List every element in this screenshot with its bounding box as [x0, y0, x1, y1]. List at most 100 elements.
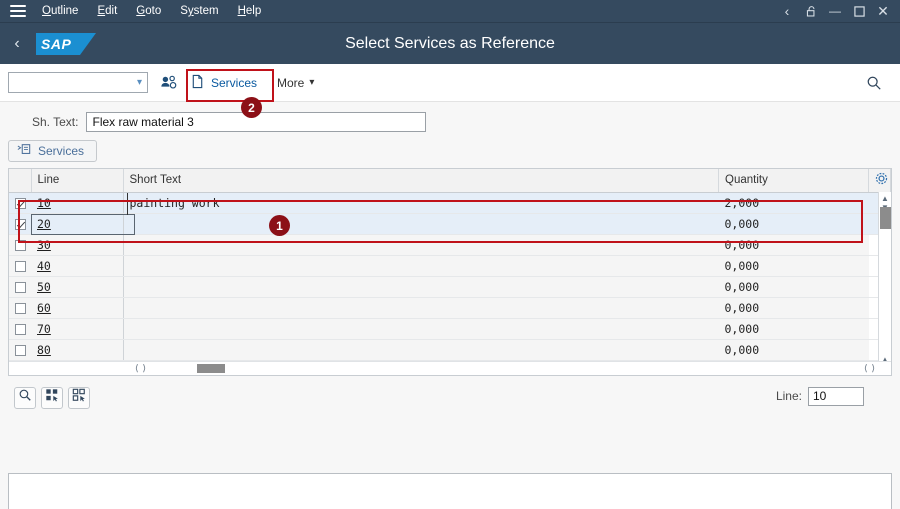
back-chevron-icon[interactable]: ‹ — [776, 1, 798, 21]
settings-gear-icon[interactable] — [868, 169, 891, 193]
table-vertical-scrollbar[interactable]: ▲ ▼ ▲ ▼ — [878, 192, 891, 375]
cell-short-text[interactable] — [123, 339, 719, 361]
scroll-left-right-icon[interactable]: ⟨ — [864, 363, 868, 374]
maximize-icon[interactable] — [848, 1, 870, 21]
variant-dropdown[interactable]: ▾ — [8, 72, 148, 93]
column-header-select[interactable] — [9, 169, 32, 193]
partners-icon[interactable] — [156, 70, 182, 96]
cell-line[interactable]: 50 — [31, 276, 124, 298]
find-button[interactable] — [14, 386, 36, 409]
more-button[interactable]: More ▾ — [271, 70, 320, 96]
cell-line[interactable]: 80 — [31, 339, 124, 361]
app-toolbar: ▾ Services More ▾ — [0, 64, 900, 102]
cell-quantity[interactable]: 0,000 — [718, 339, 869, 361]
cell-quantity[interactable]: 0,000 — [718, 255, 869, 277]
row-checkbox[interactable] — [15, 260, 26, 272]
row-checkbox[interactable] — [15, 197, 26, 209]
vertical-scroll-thumb[interactable] — [880, 207, 891, 229]
menu-item-goto[interactable]: Goto — [136, 5, 161, 17]
table-row[interactable]: 30 0,000 — [9, 234, 891, 256]
cell-quantity[interactable]: 0,000 — [718, 234, 869, 256]
horizontal-scroll-thumb[interactable] — [197, 363, 225, 373]
line-number-link[interactable]: 20 — [37, 217, 51, 231]
cell-short-text[interactable] — [123, 318, 719, 340]
column-header-short-text[interactable]: Short Text — [123, 169, 719, 193]
cell-quantity[interactable]: 0,000 — [718, 297, 869, 319]
lock-icon[interactable] — [800, 1, 822, 21]
table-row[interactable]: 60 0,000 — [9, 297, 891, 319]
cell-line[interactable]: 20 — [31, 213, 124, 235]
minimize-icon[interactable]: — — [824, 1, 846, 21]
cell-line[interactable]: 30 — [31, 234, 124, 256]
line-number-link[interactable]: 50 — [37, 280, 51, 294]
row-checkbox-cell[interactable] — [9, 213, 31, 235]
row-checkbox-cell[interactable] — [9, 339, 31, 361]
cell-short-text[interactable] — [123, 255, 719, 277]
services-toolbar-button[interactable]: Services — [182, 70, 265, 96]
menu-item-system[interactable]: System — [180, 5, 218, 17]
tab-row: Services — [0, 134, 900, 166]
tab-services-label: Services — [38, 144, 85, 158]
line-number-link[interactable]: 10 — [37, 196, 51, 210]
column-header-line[interactable]: Line — [31, 169, 124, 193]
table-row[interactable]: 70 0,000 — [9, 318, 891, 340]
line-number-link[interactable]: 80 — [37, 343, 51, 357]
cell-quantity[interactable]: 0,000 — [718, 276, 869, 298]
cell-short-text[interactable] — [123, 297, 719, 319]
cell-line[interactable]: 70 — [31, 318, 124, 340]
scroll-right-right-icon[interactable]: ⟩ — [871, 363, 875, 374]
cell-line[interactable]: 10 — [31, 192, 124, 214]
row-checkbox[interactable] — [15, 344, 26, 356]
menu-item-outline[interactable]: OOutlineutline — [42, 5, 78, 17]
title-bar: ‹ SAP Select Services as Reference — [0, 22, 900, 64]
table-row[interactable]: 10 painting work 2,000 — [9, 192, 891, 214]
cell-short-text[interactable] — [123, 213, 719, 235]
back-arrow-icon[interactable]: ‹ — [0, 23, 34, 65]
row-checkbox-cell[interactable] — [9, 255, 31, 277]
row-checkbox-cell[interactable] — [9, 234, 31, 256]
menu-item-edit[interactable]: Edit — [97, 5, 117, 17]
scroll-left-icon[interactable]: ⟨ — [135, 363, 139, 374]
row-checkbox[interactable] — [15, 302, 26, 314]
line-number-link[interactable]: 40 — [37, 259, 51, 273]
menu-bar: OOutlineutline Edit Goto System Help ‹ —… — [0, 0, 900, 22]
cell-quantity[interactable]: 0,000 — [718, 318, 869, 340]
cell-short-text[interactable]: painting work — [123, 192, 719, 214]
cell-quantity[interactable]: 0,000 — [718, 213, 869, 235]
cell-quantity[interactable]: 2,000 — [718, 192, 869, 214]
cell-short-text[interactable] — [123, 276, 719, 298]
table-row[interactable]: 20 0,000 — [9, 213, 891, 235]
line-number-link[interactable]: 30 — [37, 238, 51, 252]
cell-line[interactable]: 40 — [31, 255, 124, 277]
row-checkbox-cell[interactable] — [9, 297, 31, 319]
table-row[interactable]: 80 0,000 — [9, 339, 891, 361]
menu-item-help[interactable]: Help — [238, 5, 262, 17]
line-number-link[interactable]: 70 — [37, 322, 51, 336]
hscroll-arrows-right: ⟨ ⟩ — [864, 362, 875, 376]
cell-line[interactable]: 60 — [31, 297, 124, 319]
table-row[interactable]: 40 0,000 — [9, 255, 891, 277]
line-number-link[interactable]: 60 — [37, 301, 51, 315]
hamburger-icon[interactable] — [10, 5, 26, 17]
line-input[interactable] — [808, 386, 864, 406]
deselect-all-button[interactable] — [68, 386, 90, 409]
select-all-button[interactable] — [41, 386, 63, 409]
row-checkbox-cell[interactable] — [9, 276, 31, 298]
page-title: Select Services as Reference — [345, 34, 555, 52]
scroll-right-icon[interactable]: ⟩ — [143, 363, 147, 374]
services-document-icon — [190, 74, 205, 92]
cell-short-text[interactable] — [123, 234, 719, 256]
sap-logo: SAP — [36, 32, 96, 55]
row-checkbox[interactable] — [15, 239, 26, 251]
row-checkbox[interactable] — [15, 218, 26, 230]
close-icon[interactable]: ✕ — [872, 1, 894, 21]
row-checkbox-cell[interactable] — [9, 318, 31, 340]
column-header-quantity[interactable]: Quantity — [718, 169, 869, 193]
table-horizontal-scrollbar[interactable]: ⟨ ⟩ ⟨ ⟩ — [9, 360, 891, 376]
search-icon[interactable] — [862, 71, 886, 95]
table-row[interactable]: 50 0,000 — [9, 276, 891, 298]
row-checkbox-cell[interactable] — [9, 192, 31, 214]
row-checkbox[interactable] — [15, 323, 26, 335]
tab-services[interactable]: Services — [8, 140, 98, 162]
row-checkbox[interactable] — [15, 281, 26, 293]
